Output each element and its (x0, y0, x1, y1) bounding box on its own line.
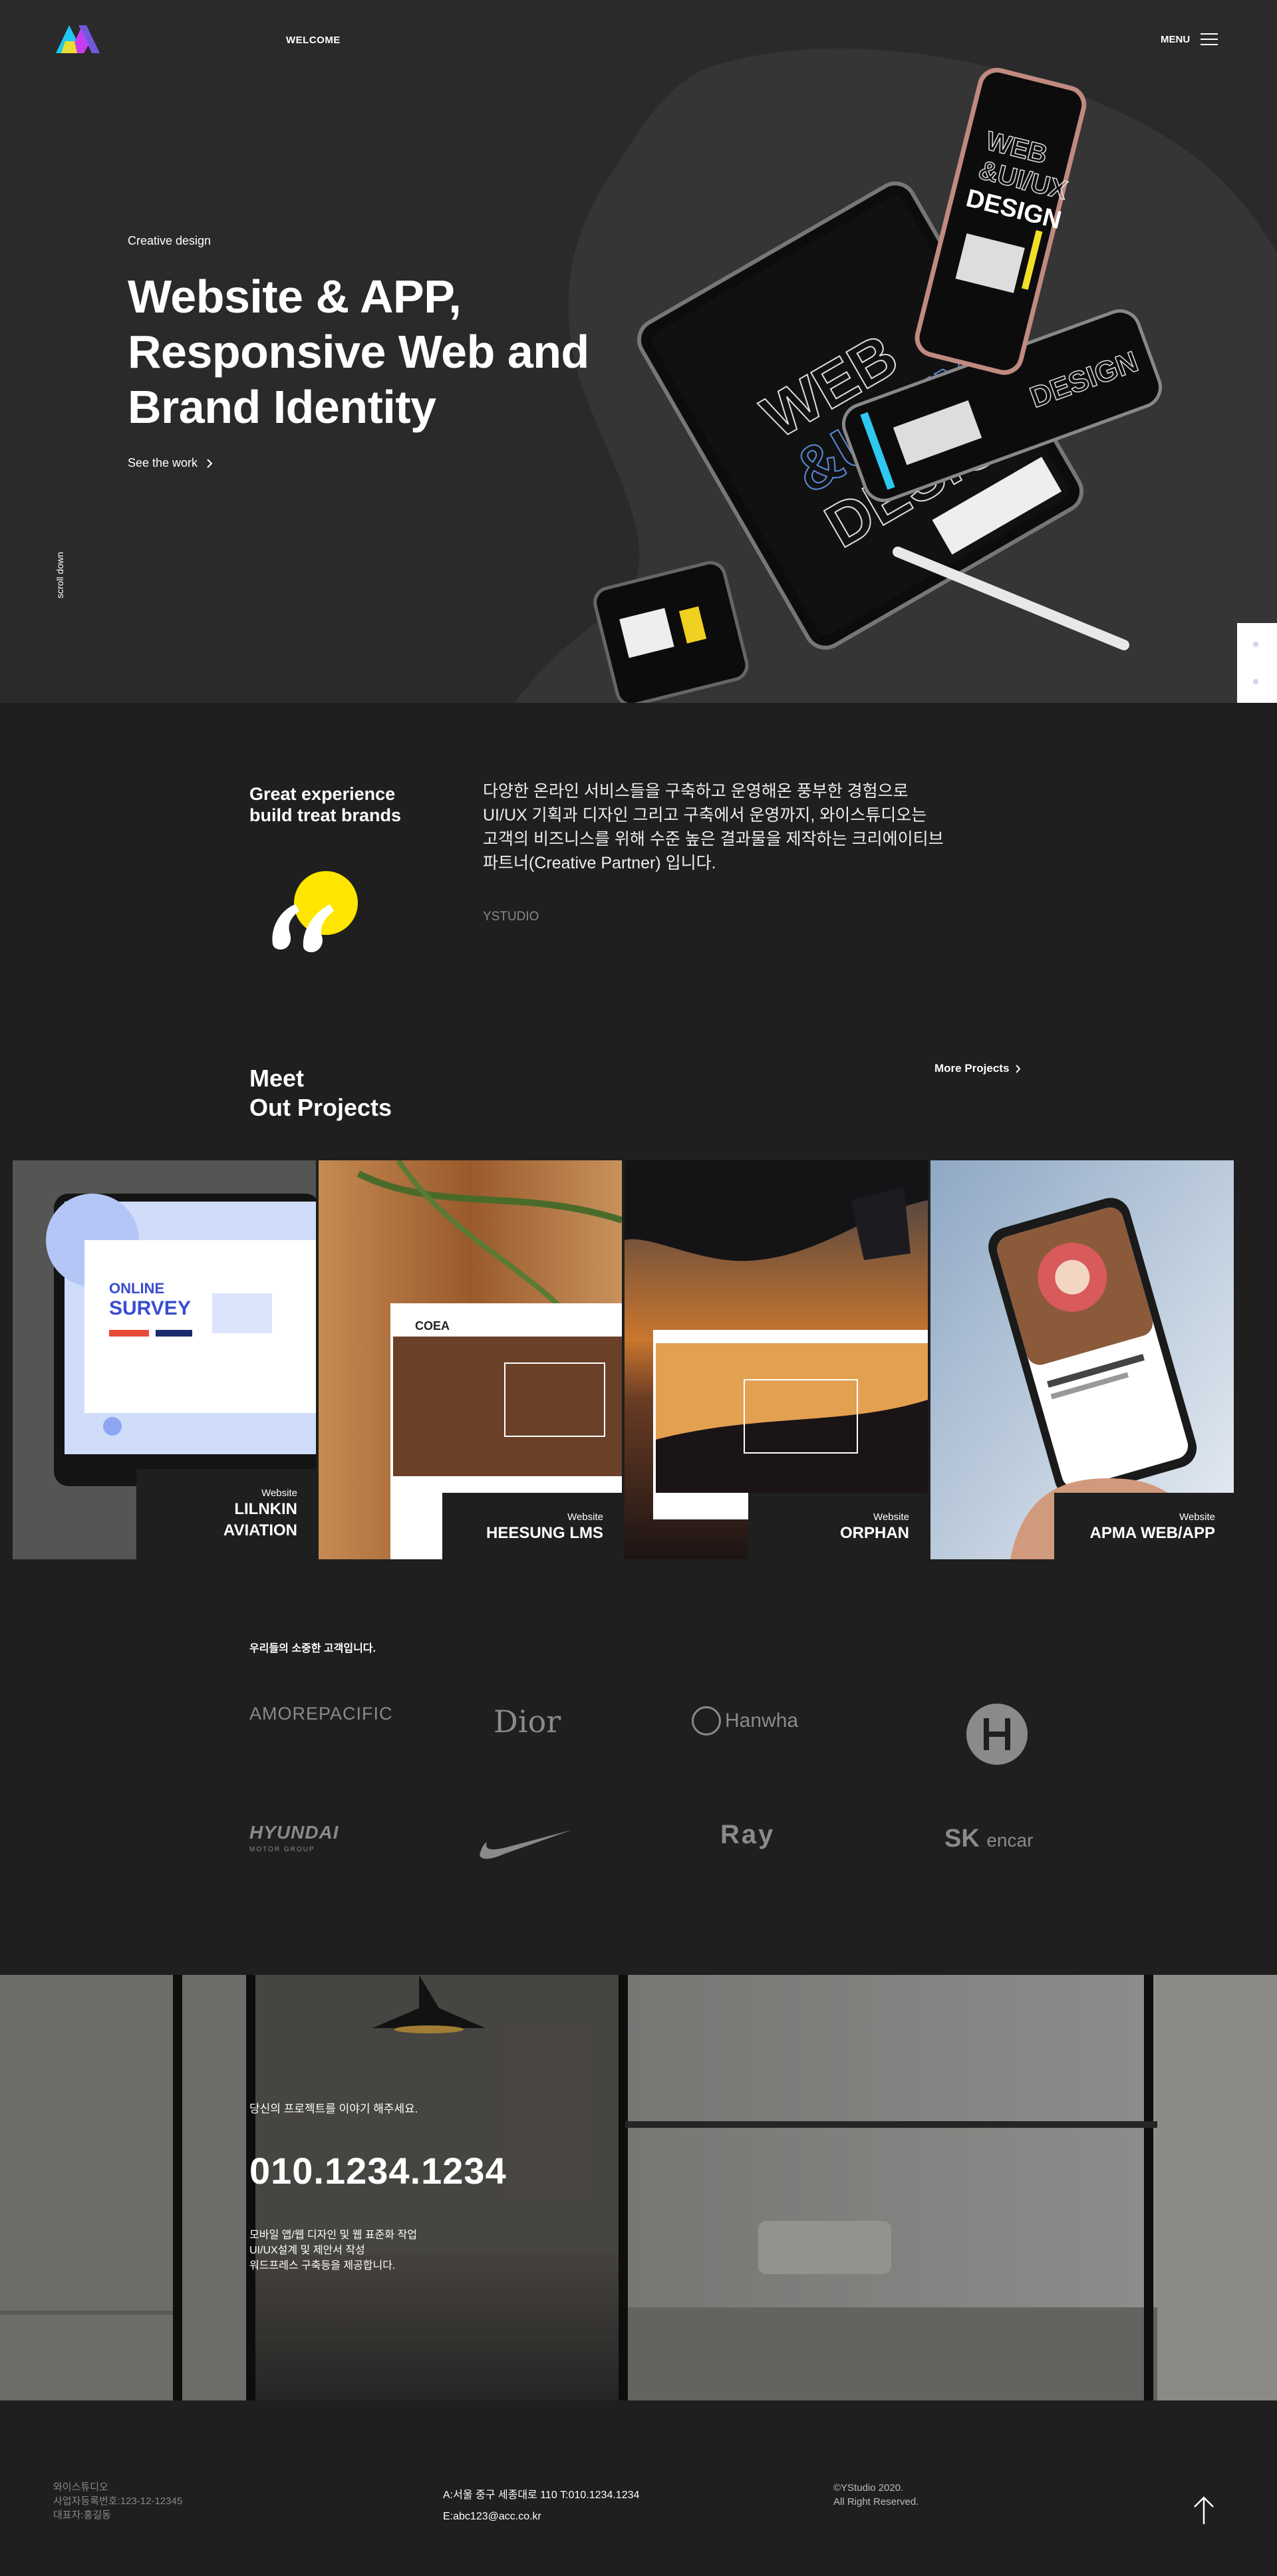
project-name: HEESUNG LMS (486, 1524, 603, 1542)
project-label: Website APMA WEB/APP (1054, 1493, 1234, 1559)
see-the-work-link[interactable]: See the work (128, 456, 213, 470)
project-card-lilnkin[interactable]: ONLINE SURVEY Website LILNKIN AVIATION (13, 1160, 316, 1559)
client-logo-ray: Ray (720, 1820, 776, 1849)
svg-text:ONLINE: ONLINE (109, 1280, 164, 1297)
hanwha-mark-icon (692, 1706, 721, 1736)
projects-grid: ONLINE SURVEY Website LILNKIN AVIATION C… (13, 1160, 1234, 1559)
sk-wordmark: SK (944, 1825, 980, 1853)
project-label: Website HEESUNG LMS (442, 1493, 622, 1559)
side-quick-widget[interactable] (1237, 623, 1277, 703)
see-the-work-label: See the work (128, 456, 198, 469)
arrow-up-icon[interactable] (1191, 2495, 1217, 2525)
chevron-right-icon (1016, 1064, 1021, 1073)
project-category: Website (567, 1511, 603, 1523)
project-name: APMA WEB/APP (1089, 1524, 1215, 1542)
hero-title: Website & APP, Responsive Web and Brand … (128, 271, 589, 433)
device-mockups-image: WEB &UI/UX DESIGN DESIGN WEB &UI/UX DESI… (593, 68, 1163, 703)
project-card-orphan[interactable]: Website ORPHAN (625, 1160, 928, 1559)
contact-overlay (0, 1975, 1277, 2400)
projects-heading: Meet Out Projects (249, 1065, 392, 1121)
hyundai-wordmark: HYUNDAI (249, 1822, 339, 1843)
contact-phone[interactable]: 010.1234.1234 (249, 2149, 507, 2192)
contact-description: 모바일 앱/웹 디자인 및 웹 표준화 작업 UI/UX설계 및 제안서 작성 … (249, 2230, 417, 2271)
client-logo-dior: Dior (494, 1704, 561, 1739)
hero-eyebrow: Creative design (128, 234, 212, 247)
project-label: Website LILNKIN AVIATION (136, 1469, 316, 1559)
project-card-apma[interactable]: Website APMA WEB/APP (930, 1160, 1234, 1559)
footer-address: A:서울 중구 세종대로 110 T:010.1234.1234 E:abc12… (443, 2490, 640, 2522)
menu-button[interactable]: MENU (1161, 33, 1218, 45)
quick-dot-icon (1253, 642, 1258, 647)
project-category: Website (1179, 1511, 1215, 1523)
project-name: ORPHAN (839, 1524, 909, 1542)
scroll-down-indicator[interactable]: scroll down (55, 552, 65, 598)
project-category: Website (873, 1511, 909, 1523)
client-logo-skencar: SK encar (944, 1825, 1033, 1854)
hyundai-subtitle: MOTOR GROUP (249, 1846, 315, 1853)
client-logo-emblem (966, 1704, 1028, 1765)
footer-copyright: ©YStudio 2020. All Right Reserved. (833, 2482, 919, 2508)
hero-section: WELCOME MENU Creative design Website & A… (0, 0, 1277, 703)
svg-text:SURVEY: SURVEY (109, 1297, 191, 1319)
quick-dot-icon (1253, 679, 1258, 684)
quote-icon (272, 871, 358, 952)
more-projects-link[interactable]: More Projects (934, 1062, 1021, 1075)
client-logo-nike-swoosh-icon (480, 1830, 572, 1859)
experience-signature: YSTUDIO (483, 910, 539, 924)
client-logo-hanwha: Hanwha (692, 1706, 798, 1736)
project-label: Website ORPHAN (748, 1493, 928, 1559)
encar-wordmark: encar (986, 1830, 1034, 1851)
project-category: Website (261, 1487, 297, 1499)
client-logo-hyundai: HYUNDAI MOTOR GROUP (249, 1822, 339, 1859)
chevron-right-icon (207, 458, 213, 468)
contact-section (0, 1975, 1277, 2400)
ystudio-logo-icon[interactable] (52, 21, 104, 56)
clients-title: 우리들의 소중한 고객입니다. (249, 1643, 376, 1654)
footer-company-info: 와이스튜디오 사업자등록번호:123-12-12345 대표자:홍길동 (53, 2482, 183, 2521)
experience-title: Great experience build treat brands (249, 784, 402, 825)
project-card-heesung[interactable]: COEA Website HEESUNG LMS (319, 1160, 622, 1559)
menu-label: MENU (1161, 33, 1191, 45)
more-projects-label: More Projects (934, 1062, 1010, 1075)
hamburger-icon (1201, 33, 1218, 45)
client-logo-amorepacific: AMOREPACIFIC (249, 1704, 393, 1724)
nav-welcome-link[interactable]: WELCOME (286, 35, 341, 46)
hanwha-wordmark: Hanwha (725, 1710, 799, 1732)
project-name: LILNKIN AVIATION (223, 1500, 297, 1539)
svg-text:COEA: COEA (415, 1319, 450, 1333)
contact-intro: 당신의 프로젝트를 이야기 해주세요. (249, 2103, 418, 2115)
experience-body: 다양한 온라인 서비스들을 구축하고 운영해온 풍부한 경험으로 UI/UX 기… (483, 782, 944, 872)
